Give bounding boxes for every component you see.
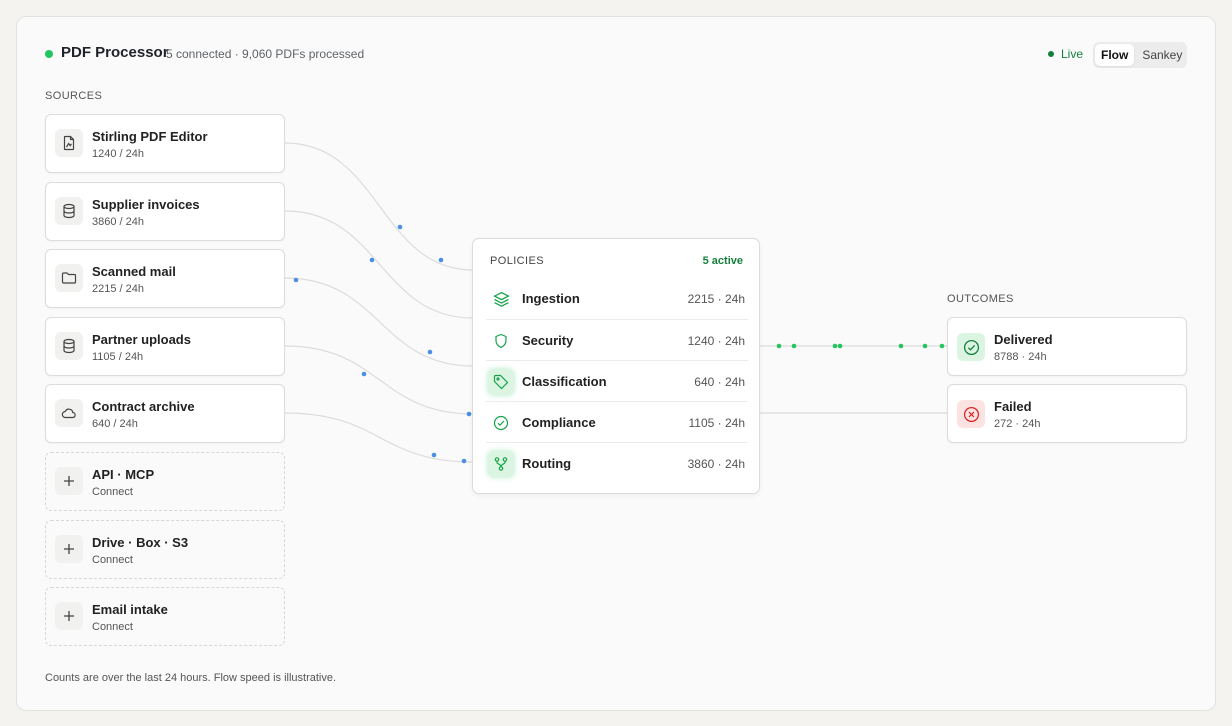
source-rate: 3860 / 24h bbox=[92, 216, 144, 228]
policy-security[interactable]: Security 1240 · 24h bbox=[486, 319, 748, 360]
flow-tab[interactable]: Flow bbox=[1095, 44, 1135, 66]
outcome-value: 8788 · 24h bbox=[994, 351, 1047, 363]
policy-value: 1105 · 24h bbox=[688, 416, 746, 430]
source-supplier-invoices[interactable]: Supplier invoices 3860 / 24h bbox=[45, 182, 285, 241]
policy-value: 1240 · 24h bbox=[687, 334, 745, 348]
outcome-delivered[interactable]: Delivered 8788 · 24h bbox=[947, 317, 1187, 376]
source-rate: 1240 / 24h bbox=[92, 148, 144, 160]
live-label: Live bbox=[1061, 47, 1084, 61]
outcome-name: Delivered bbox=[994, 332, 1053, 347]
connector-api-mcp[interactable]: API · MCP Connect bbox=[45, 452, 285, 511]
policy-name: Security bbox=[522, 333, 574, 348]
policy-name: Ingestion bbox=[522, 291, 580, 306]
shield-icon bbox=[488, 328, 514, 354]
policy-compliance[interactable]: Compliance 1105 · 24h bbox=[486, 401, 748, 442]
layers-icon bbox=[488, 286, 514, 312]
connector-name: API · MCP bbox=[92, 467, 155, 482]
policy-value: 3860 · 24h bbox=[687, 457, 745, 471]
source-stirling-pdf-editor[interactable]: Stirling PDF Editor 1240 / 24h bbox=[45, 114, 285, 173]
source-name: Supplier invoices bbox=[92, 197, 200, 212]
source-rate: 640 / 24h bbox=[92, 418, 138, 430]
policies-heading: POLICIES bbox=[490, 255, 544, 267]
policy-ingestion[interactable]: Ingestion 2215 · 24h bbox=[486, 278, 748, 319]
outcomes-heading: OUTCOMES bbox=[947, 293, 1014, 305]
sankey-tab[interactable]: Sankey bbox=[1136, 44, 1188, 66]
source-scanned-mail[interactable]: Scanned mail 2215 / 24h bbox=[45, 249, 285, 308]
connector-action: Connect bbox=[92, 486, 133, 498]
source-name: Stirling PDF Editor bbox=[92, 129, 208, 144]
policy-name: Compliance bbox=[522, 415, 596, 430]
outcome-failed[interactable]: Failed 272 · 24h bbox=[947, 384, 1187, 443]
outcome-value: 272 · 24h bbox=[994, 418, 1041, 430]
x-circle-icon bbox=[957, 400, 985, 428]
policy-classification[interactable]: Classification 640 · 24h bbox=[486, 360, 748, 401]
database-icon bbox=[55, 197, 83, 225]
outcome-name: Failed bbox=[994, 399, 1032, 414]
policy-name: Routing bbox=[522, 456, 572, 471]
source-rate: 1105 / 24h bbox=[92, 351, 144, 363]
branch-icon bbox=[488, 451, 514, 477]
connector-action: Connect bbox=[92, 554, 133, 566]
source-name: Contract archive bbox=[92, 399, 195, 414]
cloud-icon bbox=[55, 399, 83, 427]
policy-value: 2215 · 24h bbox=[687, 292, 745, 306]
view-toggle: Flow Sankey bbox=[1093, 42, 1187, 68]
live-indicator: Live bbox=[1048, 47, 1083, 61]
connector-action: Connect bbox=[92, 621, 133, 633]
policy-name: Classification bbox=[522, 374, 607, 389]
source-rate: 2215 / 24h bbox=[92, 283, 144, 295]
live-dot-icon bbox=[1048, 51, 1054, 57]
connector-name: Drive · Box · S3 bbox=[92, 535, 189, 550]
connector-drive-box-s3[interactable]: Drive · Box · S3 Connect bbox=[45, 520, 285, 579]
page-title: PDF Processor bbox=[61, 44, 169, 61]
plus-icon bbox=[55, 535, 83, 563]
check-circle-icon bbox=[957, 333, 985, 361]
plus-icon bbox=[55, 467, 83, 495]
tag-icon bbox=[488, 369, 514, 395]
database-icon bbox=[55, 332, 83, 360]
source-name: Scanned mail bbox=[92, 264, 176, 279]
footer-note: Counts are over the last 24 hours. Flow … bbox=[45, 672, 337, 684]
source-contract-archive[interactable]: Contract archive 640 / 24h bbox=[45, 384, 285, 443]
sources-heading: SOURCES bbox=[45, 90, 103, 102]
plus-icon bbox=[55, 602, 83, 630]
policy-value: 640 · 24h bbox=[694, 375, 745, 389]
policies-active-count: 5 active bbox=[702, 255, 743, 267]
pdf-file-icon bbox=[55, 129, 83, 157]
status-dot bbox=[45, 50, 53, 58]
connector-name: Email intake bbox=[92, 602, 168, 617]
policies-panel: POLICIES 5 active Ingestion 2215 · 24h S… bbox=[472, 238, 760, 494]
connector-email-intake[interactable]: Email intake Connect bbox=[45, 587, 285, 646]
policy-routing[interactable]: Routing 3860 · 24h bbox=[486, 442, 748, 483]
source-name: Partner uploads bbox=[92, 332, 191, 347]
folder-icon bbox=[55, 264, 83, 292]
source-partner-uploads[interactable]: Partner uploads 1105 / 24h bbox=[45, 317, 285, 376]
page-subtitle: 5 connected · 9,060 PDFs processed bbox=[166, 47, 365, 61]
check-circle-icon bbox=[488, 410, 514, 436]
